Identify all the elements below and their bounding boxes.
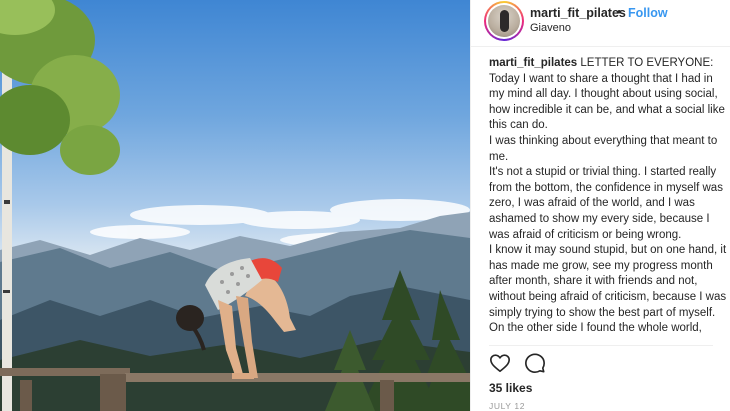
post-caption: marti_fit_pilates LETTER TO EVERYONE: To… — [489, 56, 727, 344]
post-header: marti_fit_pilates • Follow Giaveno — [471, 0, 730, 47]
heart-icon — [490, 354, 510, 373]
post-date[interactable]: JULY 12 — [489, 401, 525, 411]
likes-count[interactable]: 35 likes — [489, 381, 532, 395]
username-link[interactable]: marti_fit_pilates — [530, 6, 626, 20]
post-photo[interactable] — [0, 0, 470, 411]
avatar[interactable] — [484, 1, 524, 41]
location-link[interactable]: Giaveno — [530, 22, 571, 34]
post-sidebar: marti_fit_pilates • Follow Giaveno marti… — [470, 0, 730, 411]
comment-button[interactable] — [524, 352, 546, 374]
like-button[interactable] — [489, 352, 511, 374]
avatar-image — [488, 5, 520, 37]
mountain-yoga-scene — [0, 0, 470, 411]
comment-icon — [525, 353, 545, 373]
follow-button[interactable]: Follow — [628, 6, 668, 20]
caption-username-link[interactable]: marti_fit_pilates — [489, 57, 577, 69]
caption-text: LETTER TO EVERYONE: Today I want to shar… — [489, 57, 727, 335]
separator-dot: • — [617, 5, 622, 19]
divider — [489, 345, 713, 346]
